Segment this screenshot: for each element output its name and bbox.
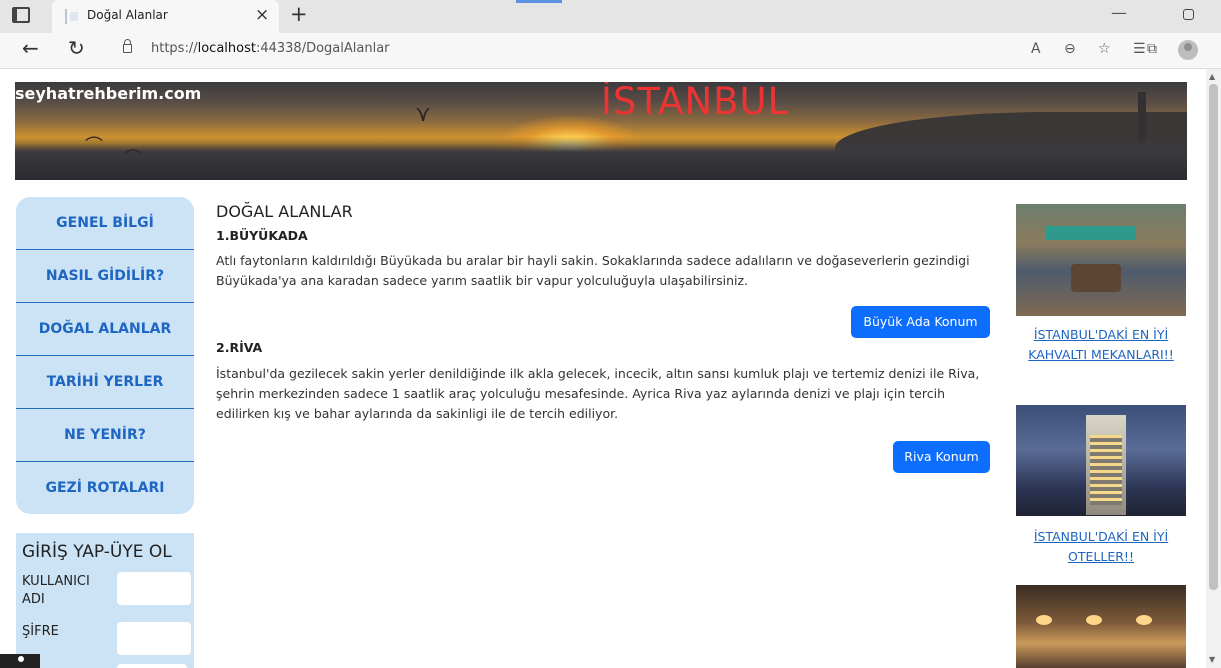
url-prefix: https:// xyxy=(151,41,198,56)
url-field[interactable]: https://localhost:44338/DogalAlanlar xyxy=(151,41,390,56)
section-text-riva: İstanbul'da gezilecek sakin yerler denil… xyxy=(216,366,980,421)
page-favicon-icon xyxy=(65,9,80,24)
favorites-list-icon[interactable]: ☰ xyxy=(1133,41,1146,57)
sidebar-item-genel-bilgi[interactable]: GENEL BİLGİ xyxy=(16,197,194,250)
section-heading-riva: 2.RİVA xyxy=(216,340,263,355)
password-input[interactable] xyxy=(117,622,191,655)
seagull-icon: ⌒ xyxy=(125,148,142,167)
city-skyline xyxy=(15,137,1187,180)
breakfast-places-link[interactable]: İSTANBUL'DAKİ EN İYİ KAHVALTI MEKANLARI!… xyxy=(1016,325,1186,365)
city-title: İSTANBUL xyxy=(601,82,790,123)
seagull-icon: ⌒ xyxy=(85,136,103,157)
site-name[interactable]: seyhatrehberim.com xyxy=(15,84,201,103)
read-aloud-icon[interactable]: A xyxy=(1031,41,1041,57)
tab-actions-icon[interactable] xyxy=(12,7,30,23)
web-page: ⋎ ⌒ ⌒ seyhatrehberim.com İSTANBUL GENEL … xyxy=(0,69,1206,668)
tab-bar-accent xyxy=(516,0,562,3)
refresh-icon[interactable]: ↻ xyxy=(68,36,85,60)
url-host: localhost xyxy=(197,41,256,56)
sidebar-item-ne-yenir[interactable]: NE YENİR? xyxy=(16,409,194,462)
collections-icon[interactable]: ⧉ xyxy=(1147,41,1157,57)
maximize-window-button[interactable] xyxy=(1183,9,1194,20)
hotel-photo[interactable] xyxy=(1016,405,1186,516)
lamp-light xyxy=(1036,615,1052,625)
lamp-light xyxy=(1136,615,1152,625)
sidebar-item-nasil-gidilir[interactable]: NASIL GİDİLİR? xyxy=(16,250,194,303)
street-cart xyxy=(1071,264,1121,292)
new-tab-button[interactable]: + xyxy=(290,2,308,26)
skyline-tower xyxy=(1138,92,1146,142)
section-text-buyukada: Atlı faytonların kaldırıldığı Büyükada b… xyxy=(216,253,970,288)
url-path: :44338/DogalAlanlar xyxy=(255,41,390,56)
restaurant-photo[interactable] xyxy=(1016,585,1186,668)
lock-icon[interactable] xyxy=(123,39,132,53)
favorite-star-icon[interactable]: ☆ xyxy=(1098,41,1111,57)
buyukada-location-button[interactable]: Büyük Ada Konum xyxy=(851,306,990,338)
tab-title: Doğal Alanlar xyxy=(87,8,168,22)
back-arrow-icon[interactable]: ← xyxy=(22,36,39,60)
browser-tab-bar: Doğal Alanlar × + — xyxy=(0,0,1221,33)
scroll-down-icon[interactable]: ▼ xyxy=(1209,655,1215,664)
tab-close-button[interactable]: × xyxy=(255,5,269,25)
hotel-windows xyxy=(1090,435,1122,505)
cafe-awning xyxy=(1046,226,1136,240)
sidebar-nav: GENEL BİLGİ NASIL GİDİLİR? DOĞAL ALANLAR… xyxy=(16,197,194,514)
header-banner: ⋎ ⌒ ⌒ seyhatrehberim.com İSTANBUL xyxy=(15,82,1187,180)
username-label: KULLANICI ADI xyxy=(22,574,90,607)
zoom-icon[interactable]: ⊖ xyxy=(1064,41,1076,57)
page-title: DOĞAL ALANLAR xyxy=(216,202,353,221)
address-bar: ← ↻ https://localhost:44338/DogalAlanlar… xyxy=(0,33,1221,69)
breakfast-photo[interactable] xyxy=(1016,204,1186,316)
browser-tab[interactable]: Doğal Alanlar × xyxy=(52,0,279,33)
login-title: GİRİŞ YAP-ÜYE OL xyxy=(22,542,172,562)
sidebar-item-gezi-rotalari[interactable]: GEZİ ROTALARI xyxy=(16,462,194,514)
scrollbar-thumb[interactable] xyxy=(1209,84,1218,590)
user-icon xyxy=(18,656,24,662)
password-label: ŞİFRE xyxy=(22,624,59,639)
sidebar-item-dogal-alanlar[interactable]: DOĞAL ALANLAR xyxy=(16,303,194,356)
login-box: GİRİŞ YAP-ÜYE OL KULLANICI ADI ŞİFRE xyxy=(16,533,194,668)
sidebar-item-tarihi-yerler[interactable]: TARİHİ YERLER xyxy=(16,356,194,409)
username-input[interactable] xyxy=(117,572,191,605)
profile-avatar[interactable] xyxy=(1178,40,1198,60)
riva-location-button[interactable]: Riva Konum xyxy=(893,441,990,473)
seagull-icon: ⋎ xyxy=(415,102,432,127)
hotels-link[interactable]: İSTANBUL'DAKİ EN İYİ OTELLER!! xyxy=(1016,527,1186,567)
lamp-light xyxy=(1086,615,1102,625)
extra-input[interactable] xyxy=(117,664,187,668)
section-heading-buyukada: 1.BÜYÜKADA xyxy=(216,228,308,243)
minimize-window-button[interactable]: — xyxy=(1111,3,1127,22)
scroll-up-icon[interactable]: ▲ xyxy=(1209,72,1215,81)
